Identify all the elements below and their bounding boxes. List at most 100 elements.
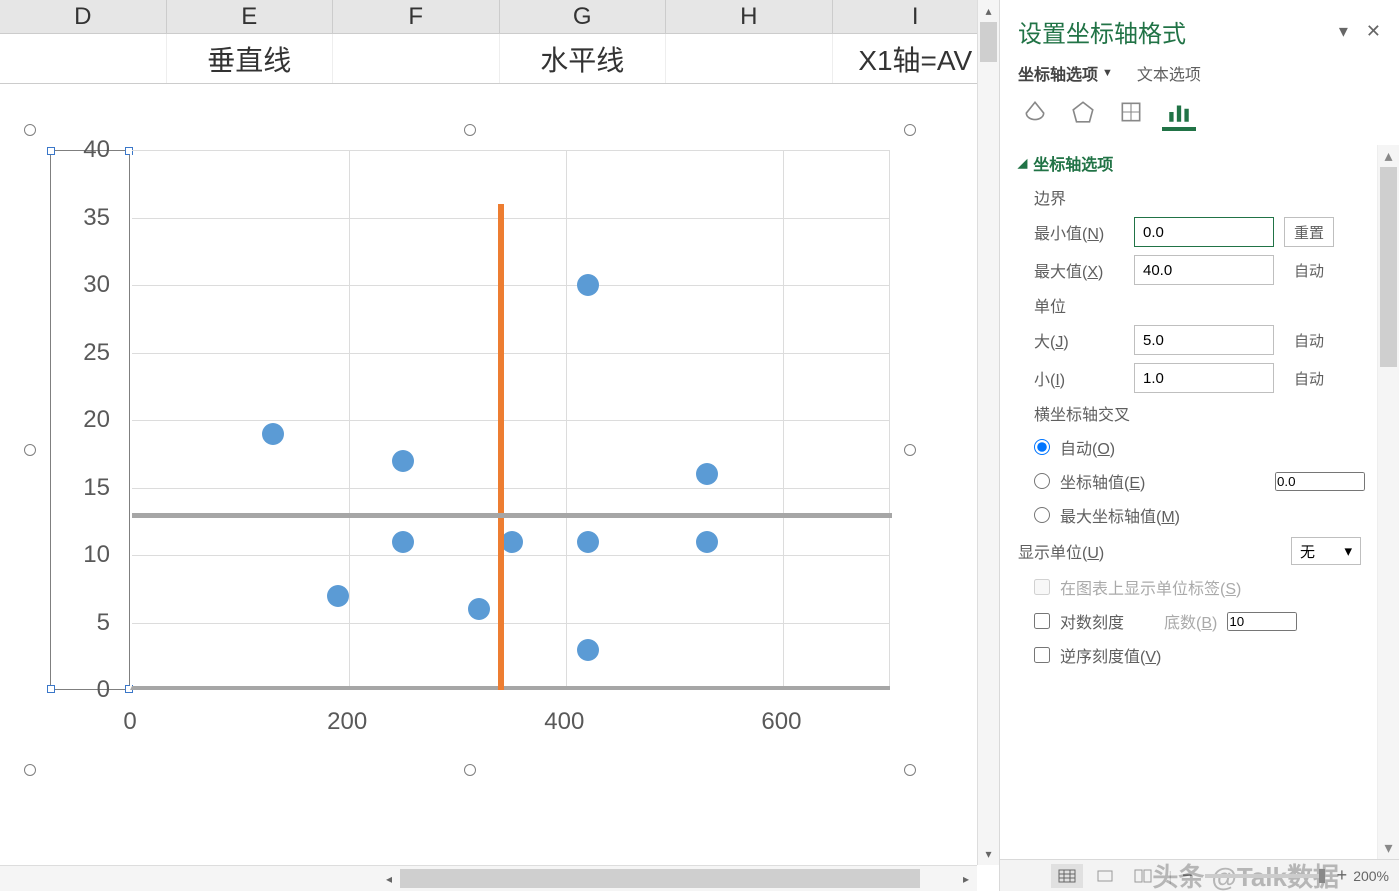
scroll-thumb[interactable] (980, 22, 997, 62)
auto-label: 自动 (1284, 330, 1334, 351)
icon-tabs (1000, 91, 1399, 145)
data-point[interactable] (577, 639, 599, 661)
data-point[interactable] (468, 598, 490, 620)
y-tick: 35 (83, 204, 110, 232)
y-tick: 40 (83, 136, 110, 164)
display-units-select[interactable]: 无▾ (1291, 537, 1361, 565)
group-units: 单位 (1034, 293, 1365, 317)
label-row: 垂直线 水平线 X1轴=AV (0, 34, 999, 84)
show-unit-label-checkbox (1034, 579, 1050, 595)
display-units-label: 显示单位(U) (1018, 539, 1104, 563)
x-axis[interactable]: 0200400600 (130, 700, 890, 740)
data-point[interactable] (696, 531, 718, 553)
resize-handle[interactable] (464, 124, 476, 136)
x-tick: 0 (123, 708, 136, 736)
size-icon[interactable] (1114, 97, 1148, 131)
col-F[interactable]: F (333, 0, 500, 33)
resize-handle[interactable] (24, 764, 36, 776)
page-break-view-icon[interactable] (1127, 864, 1159, 888)
status-bar: 头条 @Talk数据 | − + 200% (1000, 859, 1399, 891)
col-E[interactable]: E (167, 0, 334, 33)
col-I[interactable]: I (833, 0, 1000, 33)
plot-area[interactable] (130, 150, 890, 690)
sel-corner[interactable] (47, 685, 55, 693)
close-icon[interactable]: ✕ (1366, 21, 1381, 42)
minor-input[interactable] (1134, 363, 1274, 393)
major-label: 大(J) (1034, 328, 1124, 352)
scroll-thumb[interactable] (1380, 167, 1397, 367)
vertical-scrollbar[interactable]: ▴ ▾ (977, 0, 999, 865)
cell-H[interactable] (666, 34, 833, 83)
y-tick: 20 (83, 406, 110, 434)
data-point[interactable] (501, 531, 523, 553)
reset-button[interactable]: 重置 (1284, 217, 1334, 247)
y-axis[interactable]: 0510152025303540 (60, 150, 120, 690)
data-point[interactable] (696, 463, 718, 485)
fill-icon[interactable] (1018, 97, 1052, 131)
pane-title: 设置坐标轴格式 (1018, 14, 1186, 49)
horizontal-scrollbar[interactable]: ◂ ▸ (0, 865, 977, 891)
scroll-left-icon[interactable]: ◂ (378, 866, 400, 891)
tab-axis-options[interactable]: 坐标轴选项 ▼ (1018, 61, 1113, 85)
normal-view-icon[interactable] (1051, 864, 1083, 888)
col-D[interactable]: D (0, 0, 167, 33)
log-base-input (1227, 612, 1297, 631)
section-axis-options[interactable]: ◢坐标轴选项 (1018, 151, 1365, 175)
auto-label: 自动 (1284, 260, 1334, 281)
min-input[interactable] (1134, 217, 1274, 247)
major-input[interactable] (1134, 325, 1274, 355)
scroll-down-icon[interactable]: ▾ (1378, 837, 1399, 859)
vertical-line[interactable] (498, 204, 504, 690)
chart-object[interactable]: 0510152025303540 0200400600 (30, 130, 910, 770)
horizontal-line[interactable] (132, 513, 892, 518)
y-tick: 25 (83, 339, 110, 367)
scroll-up-icon[interactable]: ▴ (1378, 145, 1399, 167)
scroll-right-icon[interactable]: ▸ (955, 866, 977, 891)
zoom-out-icon[interactable]: − (1182, 865, 1193, 886)
max-input[interactable] (1134, 255, 1274, 285)
data-point[interactable] (577, 274, 599, 296)
resize-handle[interactable] (24, 124, 36, 136)
dropdown-icon[interactable]: ▾ (1339, 21, 1348, 42)
zoom-level[interactable]: 200% (1353, 868, 1389, 884)
min-label: 最小值(N) (1034, 220, 1124, 244)
cross-auto-radio[interactable] (1034, 439, 1050, 455)
scroll-up-icon[interactable]: ▴ (978, 0, 999, 22)
data-point[interactable] (577, 531, 599, 553)
effects-icon[interactable] (1066, 97, 1100, 131)
page-layout-view-icon[interactable] (1089, 864, 1121, 888)
zoom-slider[interactable] (1205, 874, 1325, 878)
resize-handle[interactable] (904, 764, 916, 776)
cell-I[interactable]: X1轴=AV (833, 34, 1000, 83)
zoom-in-icon[interactable]: + (1337, 865, 1348, 886)
max-label: 最大值(X) (1034, 258, 1124, 282)
resize-handle[interactable] (24, 444, 36, 456)
data-point[interactable] (262, 423, 284, 445)
scroll-thumb[interactable] (400, 869, 920, 888)
pane-scrollbar[interactable]: ▴ ▾ (1377, 145, 1399, 859)
sel-corner[interactable] (47, 147, 55, 155)
resize-handle[interactable] (904, 124, 916, 136)
col-G[interactable]: G (500, 0, 667, 33)
cross-value-radio[interactable] (1034, 473, 1050, 489)
axis-chart-icon[interactable] (1162, 97, 1196, 131)
data-point[interactable] (327, 585, 349, 607)
y-tick: 30 (83, 271, 110, 299)
resize-handle[interactable] (464, 764, 476, 776)
scroll-down-icon[interactable]: ▾ (978, 843, 999, 865)
tab-text-options[interactable]: 文本选项 (1137, 61, 1201, 85)
cross-value-input[interactable] (1275, 472, 1365, 491)
cell-D[interactable] (0, 34, 167, 83)
group-cross: 横坐标轴交叉 (1034, 401, 1365, 425)
cell-G[interactable]: 水平线 (500, 34, 667, 83)
column-headers: D E F G H I (0, 0, 999, 34)
reverse-checkbox[interactable] (1034, 647, 1050, 663)
log-scale-checkbox[interactable] (1034, 613, 1050, 629)
cross-max-radio[interactable] (1034, 507, 1050, 523)
resize-handle[interactable] (904, 444, 916, 456)
data-point[interactable] (392, 450, 414, 472)
col-H[interactable]: H (666, 0, 833, 33)
cell-F[interactable] (333, 34, 500, 83)
data-point[interactable] (392, 531, 414, 553)
cell-E[interactable]: 垂直线 (167, 34, 334, 83)
